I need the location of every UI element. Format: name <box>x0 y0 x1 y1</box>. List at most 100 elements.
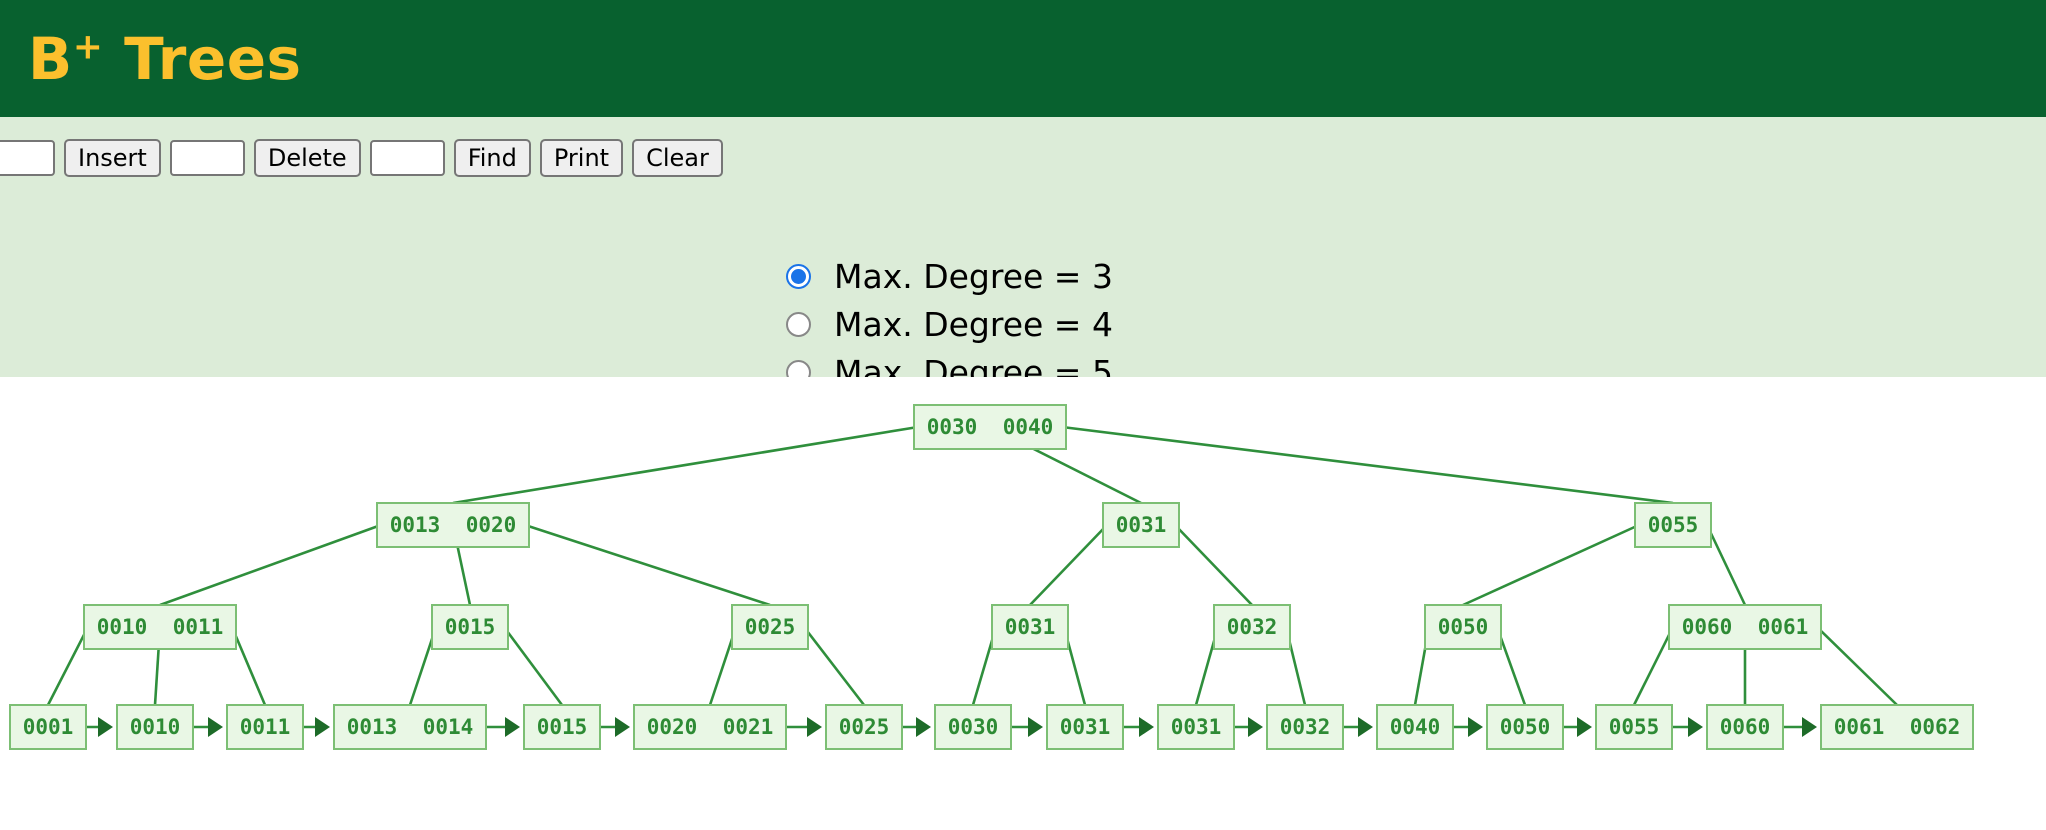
node-key-label: 0010 <box>130 715 181 739</box>
leaf-link-arrow-icon <box>1468 717 1483 737</box>
node-key-label: 0032 <box>1227 615 1278 639</box>
tree-leaf-node[interactable]: 0031 <box>1157 704 1235 750</box>
radio-button-icon[interactable] <box>786 312 811 337</box>
insert-input[interactable] <box>0 140 55 176</box>
tree-edge <box>524 523 771 607</box>
page-title: B+ Trees <box>28 29 302 88</box>
node-key-label: 0060 <box>1720 715 1771 739</box>
node-key-label: 0014 <box>423 715 474 739</box>
node-key-label: 0021 <box>723 715 774 739</box>
tree-internal-node[interactable]: 0050 <box>1424 604 1502 650</box>
leaf-link-arrow-icon <box>1802 717 1817 737</box>
node-key-label: 0015 <box>445 615 496 639</box>
leaf-link-arrow-icon <box>1577 717 1592 737</box>
node-key-label: 0013 <box>347 715 398 739</box>
tree-leaf-node[interactable]: 0061 0062 <box>1820 704 1974 750</box>
radio-option-degree-3[interactable]: Max. Degree = 3 <box>786 253 1113 300</box>
tree-canvas: 0030 0040 0013 0020 0031 0055 0010 0011 0015 0025… <box>0 377 2046 830</box>
bplus-tree-diagram: 0030 0040 0013 0020 0031 0055 0010 0011 0015 0025… <box>9 404 1974 750</box>
tree-edge <box>452 425 919 505</box>
title-rest: Trees <box>103 24 302 93</box>
tree-edges-layer <box>46 425 1898 706</box>
node-key-label: 0050 <box>1438 615 1489 639</box>
leaf-link-arrow-icon <box>1358 717 1373 737</box>
tree-internal-node[interactable]: 0015 <box>431 604 509 650</box>
tree-edge <box>1174 524 1253 606</box>
node-key-label: 0030 <box>948 715 999 739</box>
tree-leaf-node[interactable]: 0031 <box>1046 704 1124 750</box>
tree-internal-node[interactable]: 0032 <box>1213 604 1291 650</box>
node-key-label: 0015 <box>537 715 588 739</box>
tree-internal-node[interactable]: 0013 0020 <box>376 502 530 548</box>
node-key-label: 0030 <box>927 415 978 439</box>
node-key-label: 0001 <box>23 715 74 739</box>
leaf-link-arrow-icon <box>1248 717 1263 737</box>
tree-leaf-node[interactable]: 0013 0014 <box>333 704 487 750</box>
tree-leaf-node[interactable]: 0040 <box>1376 704 1454 750</box>
node-key-label: 0010 <box>97 615 148 639</box>
tree-leaf-node[interactable]: 0025 <box>825 704 903 750</box>
node-key-label: 0020 <box>466 513 517 537</box>
tree-edge <box>1029 524 1108 606</box>
tree-internal-node[interactable]: 0060 0061 <box>1668 604 1822 650</box>
tree-leaf-node[interactable]: 0050 <box>1486 704 1564 750</box>
leaf-link-arrow-icon <box>315 717 330 737</box>
tree-edge <box>1816 626 1898 706</box>
tree-leaf-node[interactable]: 0001 <box>9 704 87 750</box>
node-key-label: 0055 <box>1648 513 1699 537</box>
tree-leaf-node[interactable]: 0060 <box>1706 704 1784 750</box>
leaf-link-arrow-icon <box>1688 717 1703 737</box>
node-key-label: 0060 <box>1682 615 1733 639</box>
tree-leaf-node[interactable]: 0010 <box>116 704 194 750</box>
tree-edge <box>502 626 564 706</box>
tree-edge <box>46 626 90 706</box>
tree-internal-node[interactable]: 0010 0011 <box>83 604 237 650</box>
node-key-label: 0031 <box>1060 715 1111 739</box>
tree-internal-node[interactable]: 0025 <box>731 604 809 650</box>
node-key-label: 0011 <box>173 615 224 639</box>
radio-option-label: Max. Degree = 3 <box>834 257 1113 296</box>
find-input[interactable] <box>369 140 445 176</box>
node-key-label: 0055 <box>1609 715 1660 739</box>
tree-leaf-node[interactable]: 0015 <box>523 704 601 750</box>
radio-button-icon[interactable] <box>786 264 811 289</box>
print-button[interactable]: Print <box>539 139 624 177</box>
node-key-label: 0031 <box>1116 513 1167 537</box>
leaf-link-arrow-icon <box>615 717 630 737</box>
node-key-label: 0040 <box>1390 715 1441 739</box>
tree-leaf-node[interactable]: 0030 <box>934 704 1012 750</box>
delete-input[interactable] <box>169 140 245 176</box>
tree-edge <box>1462 523 1640 607</box>
controls-row: Insert Delete Find Print Clear <box>0 139 723 177</box>
find-button[interactable]: Find <box>453 139 531 177</box>
node-key-label: 0061 <box>1758 615 1809 639</box>
leaf-link-arrow-icon <box>807 717 822 737</box>
leaf-link-arrow-icon <box>916 717 931 737</box>
insert-button[interactable]: Insert <box>64 139 161 177</box>
tree-internal-node[interactable]: 0031 <box>1102 502 1180 548</box>
node-key-label: 0062 <box>1910 715 1961 739</box>
tree-leaf-node[interactable]: 0032 <box>1266 704 1344 750</box>
tree-internal-node[interactable]: 0031 <box>991 604 1069 650</box>
radio-option-label: Max. Degree = 4 <box>834 305 1113 344</box>
radio-option-degree-4[interactable]: Max. Degree = 4 <box>786 301 1113 348</box>
leaf-link-arrow-icon <box>1028 717 1043 737</box>
delete-button[interactable]: Delete <box>253 139 361 177</box>
tree-internal-node[interactable]: 0030 0040 <box>913 404 1067 450</box>
app-header: B+ Trees <box>0 0 2046 117</box>
node-key-label: 0020 <box>647 715 698 739</box>
node-key-label: 0032 <box>1280 715 1331 739</box>
tree-edge <box>1061 425 1674 505</box>
node-key-label: 0031 <box>1171 715 1222 739</box>
leaf-link-arrow-icon <box>505 717 520 737</box>
tree-leaf-node[interactable]: 0011 <box>226 704 304 750</box>
bplus-tree-visualizer: B+ Trees Insert Delete Find Print Clear … <box>0 0 2046 830</box>
tree-nodes-layer: 0030 0040 0013 0020 0031 0055 0010 0011 0015 0025… <box>9 404 1974 750</box>
tree-leaf-node[interactable]: 0020 0021 <box>633 704 787 750</box>
tree-edge <box>159 523 382 607</box>
tree-edge <box>802 626 866 706</box>
node-key-label: 0013 <box>390 513 441 537</box>
tree-internal-node[interactable]: 0055 <box>1634 502 1712 548</box>
clear-button[interactable]: Clear <box>632 139 723 177</box>
tree-leaf-node[interactable]: 0055 <box>1595 704 1673 750</box>
